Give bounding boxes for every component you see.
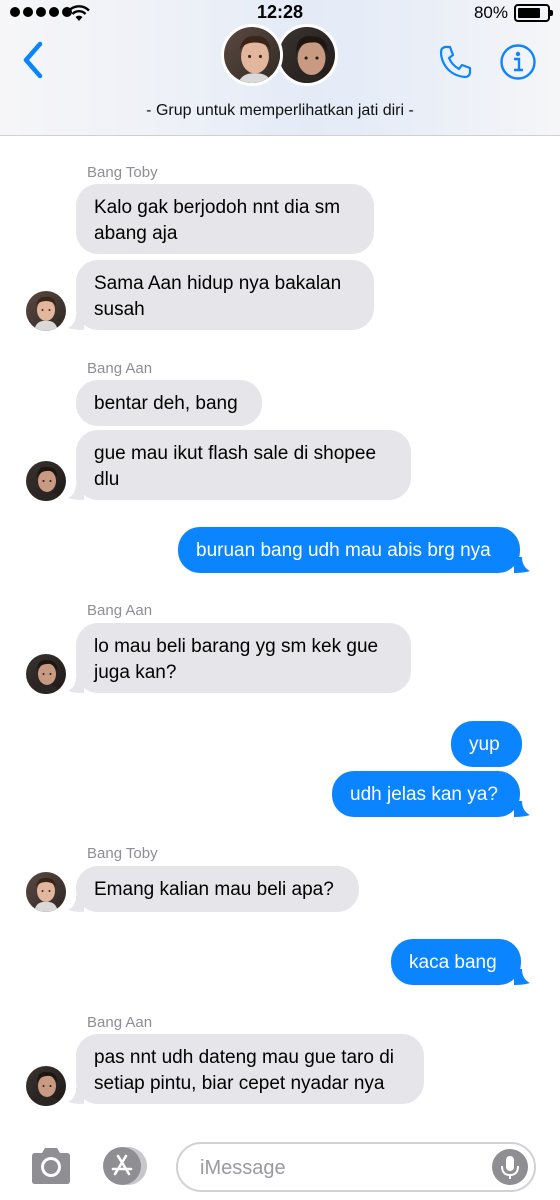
outgoing-message[interactable]: udh jelas kan ya? — [332, 771, 520, 817]
app-store-icon — [103, 1147, 147, 1185]
battery-icon — [514, 4, 553, 22]
back-button[interactable] — [18, 38, 54, 82]
message-thread: Bang Toby Kalo gak berjodoh nnt dia sm a… — [0, 137, 560, 1130]
group-name[interactable]: - Grup untuk memperlihatkan jati diri - — [0, 102, 560, 120]
sender-label: Bang Aan — [87, 1014, 153, 1031]
apps-button[interactable] — [100, 1144, 152, 1188]
incoming-message[interactable]: bentar deh, bang — [76, 380, 262, 426]
avatar-toby[interactable] — [26, 872, 66, 912]
battery-percentage: 80% — [473, 3, 508, 22]
microphone-button[interactable] — [492, 1149, 528, 1185]
conversation-header: 12:28 80% - Grup untuk memperlihatkan ja… — [0, 0, 560, 136]
avatar-toby[interactable] — [26, 291, 66, 331]
avatar-aan[interactable] — [26, 654, 66, 694]
group-avatar-aan[interactable] — [276, 24, 338, 86]
info-button[interactable] — [498, 42, 538, 82]
sender-label: Bang Toby — [87, 845, 158, 862]
incoming-message[interactable]: Sama Aan hidup nya bakalan susah — [76, 260, 374, 330]
sender-label: Bang Toby — [87, 164, 158, 181]
bubble-tail — [68, 314, 84, 330]
microphone-icon — [501, 1156, 519, 1179]
group-avatar-toby[interactable] — [221, 24, 283, 86]
incoming-message[interactable]: lo mau beli barang yg sm kek gue juga ka… — [76, 623, 411, 693]
incoming-message[interactable]: pas nnt udh dateng mau gue taro di setia… — [76, 1034, 424, 1104]
bubble-tail — [514, 801, 530, 817]
camera-icon — [32, 1148, 70, 1184]
message-line: dlu — [94, 469, 120, 490]
avatar-aan[interactable] — [26, 461, 66, 501]
message-line: lo mau beli barang yg sm kek gue — [94, 636, 379, 657]
message-line: gue mau ikut flash sale di shopee — [94, 443, 377, 464]
bubble-tail — [514, 969, 530, 985]
message-input[interactable] — [200, 1154, 480, 1182]
bubble-tail — [68, 484, 84, 500]
call-button[interactable] — [436, 42, 476, 82]
message-line: Kalo gak berjodoh nnt dia sm — [94, 197, 341, 218]
message-line: susah — [94, 299, 145, 320]
message-input-container[interactable] — [176, 1142, 536, 1192]
bubble-tail — [68, 677, 84, 693]
status-bar: 12:28 80% — [0, 0, 560, 26]
outgoing-message[interactable]: buruan bang udh mau abis brg nya — [178, 527, 520, 573]
chevron-left-icon — [23, 41, 43, 79]
incoming-message[interactable]: gue mau ikut flash sale di shopee dlu — [76, 430, 411, 500]
sender-label: Bang Aan — [87, 602, 153, 619]
incoming-message[interactable]: Kalo gak berjodoh nnt dia sm abang aja — [76, 184, 374, 254]
info-icon — [500, 44, 536, 80]
sender-label: Bang Aan — [87, 360, 153, 377]
phone-icon — [439, 45, 472, 79]
outgoing-message[interactable]: yup — [451, 721, 522, 767]
message-line: setiap pintu, biar cepet nyadar nya — [94, 1073, 385, 1094]
bubble-tail — [68, 896, 84, 912]
avatar-aan[interactable] — [26, 1066, 66, 1106]
message-line: abang aja — [94, 223, 178, 244]
bubble-tail — [68, 1088, 84, 1104]
camera-button[interactable] — [28, 1146, 74, 1186]
message-composer — [0, 1130, 560, 1200]
message-line: juga kan? — [94, 662, 177, 683]
bubble-tail — [514, 557, 530, 573]
outgoing-message[interactable]: kaca bang — [391, 939, 521, 985]
message-line: Sama Aan hidup nya bakalan — [94, 273, 342, 294]
message-line: pas nnt udh dateng mau gue taro di — [94, 1047, 395, 1068]
incoming-message[interactable]: Emang kalian mau beli apa? — [76, 866, 359, 912]
